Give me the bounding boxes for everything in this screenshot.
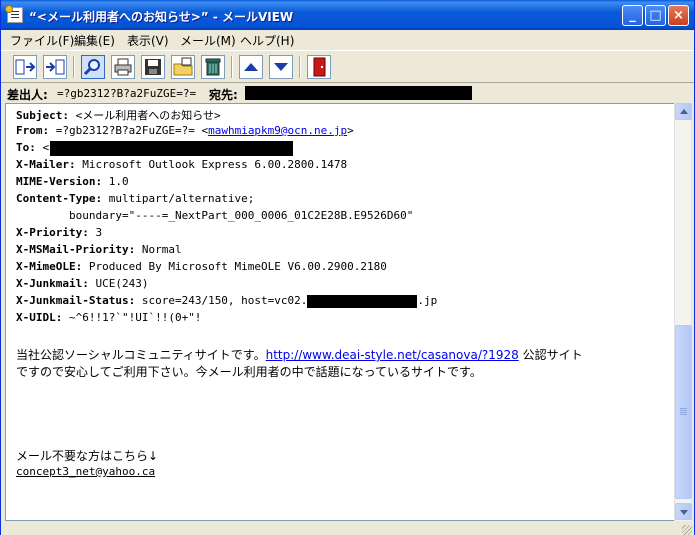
vertical-scrollbar[interactable] xyxy=(674,103,692,521)
header-subject: Subject: <メール利用者へのお知らせ> xyxy=(16,109,221,122)
find-icon xyxy=(83,59,100,76)
header-x-junkmail-status: X-Junkmail-Status: score=243/150, host=v… xyxy=(16,294,438,308)
scroll-down-arrow-icon[interactable] xyxy=(675,503,692,520)
title-bar[interactable]: “<メール利用者へのお知らせ>” - メールVIEW _ □ × xyxy=(1,0,694,30)
up-arrow-icon xyxy=(244,63,258,71)
toolbar-separator xyxy=(299,56,301,78)
print-icon xyxy=(114,58,132,76)
print-button[interactable] xyxy=(111,55,135,79)
resize-grip-icon[interactable] xyxy=(682,525,692,535)
previous-message-button[interactable] xyxy=(239,55,263,79)
next-message-button[interactable] xyxy=(269,55,293,79)
copy-folder-button[interactable] xyxy=(171,55,195,79)
header-x-mailer: X-Mailer: Microsoft Outlook Express 6.00… xyxy=(16,158,348,171)
sender-email-link[interactable]: mawhmiapkm9@ocn.ne.jp xyxy=(208,124,347,137)
scroll-thumb[interactable] xyxy=(675,325,692,499)
toolbar-separator xyxy=(73,56,75,78)
unsubscribe-email-link[interactable]: concept3_net@yahoo.ca xyxy=(16,465,155,478)
menu-help[interactable]: ヘルプ(H) xyxy=(240,32,294,49)
import-icon xyxy=(15,59,36,75)
exit-button[interactable] xyxy=(307,55,331,79)
header-x-mimeole: X-MimeOLE: Produced By Microsoft MimeOLE… xyxy=(16,260,387,273)
menu-mail[interactable]: メール(M) xyxy=(180,32,236,49)
trash-icon xyxy=(205,58,221,76)
from-value: =?gb2312?B?a2FuZGE=?= xyxy=(57,87,197,100)
to-label: 宛先: xyxy=(209,88,238,102)
export-button[interactable] xyxy=(43,55,67,79)
save-button[interactable] xyxy=(141,55,165,79)
menu-edit[interactable]: 編集(E) xyxy=(74,32,115,49)
header-x-uidl: X-UIDL: ~^6!!1?`"!UI`!!(0+"! xyxy=(16,311,202,324)
header-x-junkmail: X-Junkmail: UCE(243) xyxy=(16,277,149,290)
header-x-msmail-priority: X-MSMail-Priority: Normal xyxy=(16,243,182,256)
site-link[interactable]: http://www.deai-style.net/casanova/?1928 xyxy=(266,348,519,362)
find-button[interactable] xyxy=(81,55,105,79)
mail-document-icon xyxy=(5,5,23,23)
export-icon xyxy=(46,59,65,75)
mail-view-window: “<メール利用者へのお知らせ>” - メールVIEW _ □ × ファイル(F)… xyxy=(0,0,695,535)
message-pane[interactable]: Subject: <メール利用者へのお知らせ> From: =?gb2312?B… xyxy=(5,103,675,521)
toolbar xyxy=(1,50,694,83)
header-mime-version: MIME-Version: 1.0 xyxy=(16,175,129,188)
header-content-type: Content-Type: multipart/alternative; xyxy=(16,192,255,205)
redacted-to xyxy=(50,141,293,156)
menu-view[interactable]: 表示(V) xyxy=(127,32,169,49)
delete-button[interactable] xyxy=(201,55,225,79)
close-button[interactable]: × xyxy=(668,5,689,26)
unsubscribe-text: メール不要な方はこちら↓ xyxy=(16,449,159,463)
save-icon xyxy=(145,59,161,75)
minimize-button[interactable]: _ xyxy=(622,5,643,26)
toolbar-separator xyxy=(231,56,233,78)
body-line-1: 当社公認ソーシャルコミュニティサイトです。http://www.deai-sty… xyxy=(16,348,583,362)
exit-door-icon xyxy=(313,57,326,77)
redacted-host xyxy=(307,294,418,308)
copy-folder-icon xyxy=(173,57,193,76)
down-arrow-icon xyxy=(274,63,288,71)
address-bar: 差出人: =?gb2312?B?a2FuZGE=?= 宛先: xyxy=(1,84,694,102)
header-x-priority: X-Priority: 3 xyxy=(16,226,103,239)
import-button[interactable] xyxy=(13,55,37,79)
maximize-button[interactable]: □ xyxy=(645,5,666,26)
header-from: From: =?gb2312?B?a2FuZGE=?= <mawhmiapkm9… xyxy=(16,124,354,137)
window-title: “<メール利用者へのお知らせ>” - メールVIEW xyxy=(29,10,294,24)
menu-file[interactable]: ファイル(F) xyxy=(10,32,74,49)
scroll-up-arrow-icon[interactable] xyxy=(675,103,692,120)
body-line-2: ですので安心してご利用下さい。今メール利用者の中で話題になっているサイトです。 xyxy=(16,365,482,379)
redacted-recipient xyxy=(245,86,472,100)
from-label: 差出人: xyxy=(7,88,48,102)
status-bar xyxy=(1,523,694,535)
header-to: To: < xyxy=(16,141,50,154)
menu-bar: ファイル(F) 編集(E) 表示(V) メール(M) ヘルプ(H) xyxy=(1,30,694,50)
header-boundary: boundary="----=_NextPart_000_0006_01C2E2… xyxy=(16,209,414,222)
